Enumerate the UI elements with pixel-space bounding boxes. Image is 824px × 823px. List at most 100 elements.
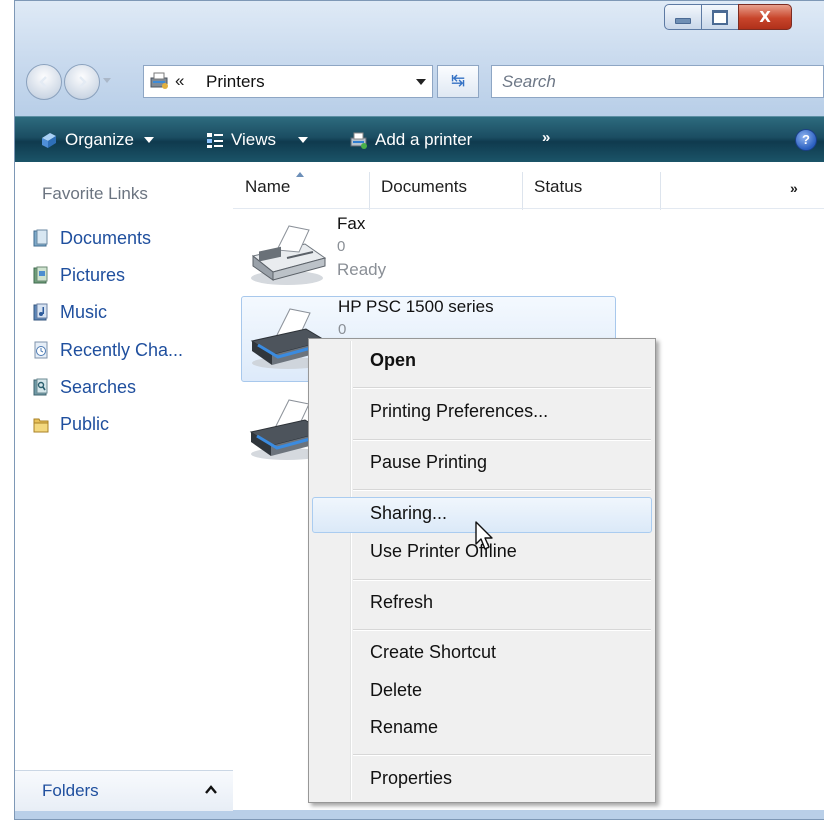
menu-separator bbox=[353, 579, 651, 581]
public-folder-icon bbox=[33, 418, 49, 433]
printer-name: HP PSC 1500 series bbox=[338, 297, 494, 316]
folders-label: Folders bbox=[42, 781, 99, 800]
column-header-documents[interactable]: Documents bbox=[369, 172, 523, 210]
menu-item-label: Refresh bbox=[370, 592, 434, 612]
close-icon: X bbox=[759, 8, 771, 26]
column-header-name[interactable]: Name bbox=[233, 172, 370, 210]
printer-item-fax[interactable]: Fax 0 Ready bbox=[241, 214, 616, 298]
address-dropdown-icon[interactable] bbox=[416, 79, 426, 85]
menu-separator bbox=[353, 439, 651, 441]
refresh-icon: ↹ bbox=[450, 71, 466, 90]
sort-ascending-icon bbox=[296, 172, 304, 177]
documents-icon bbox=[33, 229, 48, 247]
menu-item-pause-printing[interactable]: Pause Printing bbox=[312, 446, 652, 482]
column-label: Status bbox=[534, 177, 583, 196]
mouse-cursor-icon bbox=[475, 521, 493, 550]
menu-item-label: Properties bbox=[370, 768, 453, 788]
minimize-icon bbox=[675, 18, 691, 24]
menu-item-rename[interactable]: Rename bbox=[312, 711, 652, 747]
nav-label: Pictures bbox=[60, 264, 126, 285]
menu-item-create-shortcut[interactable]: Create Shortcut bbox=[312, 636, 652, 672]
organize-button[interactable]: Organize bbox=[39, 127, 154, 153]
favorite-links-heading: Favorite Links bbox=[42, 184, 148, 203]
menu-item-properties[interactable]: Properties bbox=[312, 762, 652, 798]
nav-label: Music bbox=[60, 301, 108, 322]
nav-label: Recently Cha... bbox=[60, 339, 184, 360]
nav-label: Public bbox=[60, 413, 110, 434]
pictures-icon bbox=[33, 266, 48, 284]
context-menu: Open Printing Preferences... Pause Print… bbox=[308, 338, 656, 803]
nav-item-searches[interactable]: Searches bbox=[33, 374, 136, 400]
music-icon bbox=[33, 303, 48, 321]
add-printer-label: Add a printer bbox=[375, 130, 473, 149]
printer-name: Fax bbox=[337, 214, 366, 233]
column-label: Name bbox=[245, 177, 291, 196]
menu-item-label: Open bbox=[370, 350, 417, 370]
menu-item-printing-preferences[interactable]: Printing Preferences... bbox=[312, 395, 652, 431]
printer-documents: 0 bbox=[337, 238, 346, 255]
views-dropdown-icon bbox=[298, 137, 309, 143]
menu-item-label: Rename bbox=[370, 717, 439, 737]
help-icon: ? bbox=[802, 132, 810, 147]
column-header-status[interactable]: Status bbox=[522, 172, 661, 210]
caption-buttons: X bbox=[664, 4, 792, 32]
views-button[interactable]: Views bbox=[205, 127, 309, 153]
menu-separator bbox=[353, 489, 651, 491]
back-button[interactable] bbox=[26, 64, 62, 100]
close-button[interactable]: X bbox=[738, 4, 792, 30]
maximize-button[interactable] bbox=[701, 4, 739, 30]
organize-icon bbox=[42, 133, 56, 148]
search-placeholder: Search bbox=[502, 72, 556, 91]
menu-separator bbox=[353, 387, 651, 389]
add-printer-button[interactable]: Add a printer bbox=[349, 127, 472, 153]
column-overflow-button[interactable]: » bbox=[790, 180, 798, 196]
menu-item-open[interactable]: Open bbox=[312, 344, 652, 380]
add-printer-icon bbox=[350, 132, 367, 149]
nav-item-pictures[interactable]: Pictures bbox=[33, 262, 125, 288]
searches-icon bbox=[33, 378, 48, 396]
column-label: Documents bbox=[381, 177, 467, 196]
recently-changed-icon bbox=[34, 341, 48, 359]
navigation-pane: Favorite Links Documents Pictures Music … bbox=[15, 162, 234, 810]
menu-item-label: Printing Preferences... bbox=[370, 401, 549, 421]
maximize-icon bbox=[712, 9, 728, 25]
menu-item-label: Create Shortcut bbox=[370, 642, 497, 662]
address-overflow-chevron[interactable]: « bbox=[175, 71, 184, 91]
menu-item-delete[interactable]: Delete bbox=[312, 674, 652, 710]
forward-button[interactable] bbox=[64, 64, 100, 100]
views-label: Views bbox=[231, 130, 277, 149]
back-arrow-icon bbox=[39, 76, 47, 88]
header-divider bbox=[233, 208, 824, 209]
menu-separator bbox=[353, 754, 651, 756]
forward-arrow-icon bbox=[79, 76, 87, 88]
nav-label: Documents bbox=[60, 227, 152, 248]
address-bar[interactable]: « Printers bbox=[143, 65, 433, 98]
explorer-window: X « Printers ↹ Search Organize Views Add… bbox=[0, 0, 824, 823]
nav-item-music[interactable]: Music bbox=[33, 299, 107, 325]
views-icon bbox=[207, 133, 223, 148]
recent-pages-dropdown-icon[interactable] bbox=[103, 78, 111, 83]
refresh-button[interactable]: ↹ bbox=[437, 65, 479, 98]
printer-status: Ready bbox=[337, 260, 387, 279]
nav-item-documents[interactable]: Documents bbox=[33, 225, 151, 251]
chevron-up-icon[interactable] bbox=[204, 783, 218, 797]
search-input[interactable]: Search bbox=[491, 65, 824, 98]
organize-label: Organize bbox=[65, 130, 134, 149]
organize-dropdown-icon bbox=[143, 137, 154, 143]
printers-folder-icon bbox=[150, 72, 168, 89]
nav-item-recently-changed[interactable]: Recently Cha... bbox=[33, 337, 183, 363]
menu-separator bbox=[353, 629, 651, 631]
menu-item-label: Pause Printing bbox=[370, 452, 488, 472]
printer-documents: 0 bbox=[338, 321, 347, 338]
nav-item-public[interactable]: Public bbox=[33, 411, 109, 437]
folders-toggle-bar[interactable]: Folders bbox=[15, 770, 233, 811]
help-button[interactable]: ? bbox=[795, 129, 817, 151]
menu-item-label: Delete bbox=[370, 680, 423, 700]
command-overflow-button[interactable]: » bbox=[542, 129, 550, 146]
minimize-button[interactable] bbox=[664, 4, 702, 30]
menu-item-refresh[interactable]: Refresh bbox=[312, 586, 652, 622]
nav-label: Searches bbox=[60, 376, 137, 397]
address-location[interactable]: Printers bbox=[206, 72, 265, 92]
fax-icon bbox=[251, 225, 327, 285]
command-bar: Organize Views Add a printer » ? bbox=[15, 116, 824, 162]
